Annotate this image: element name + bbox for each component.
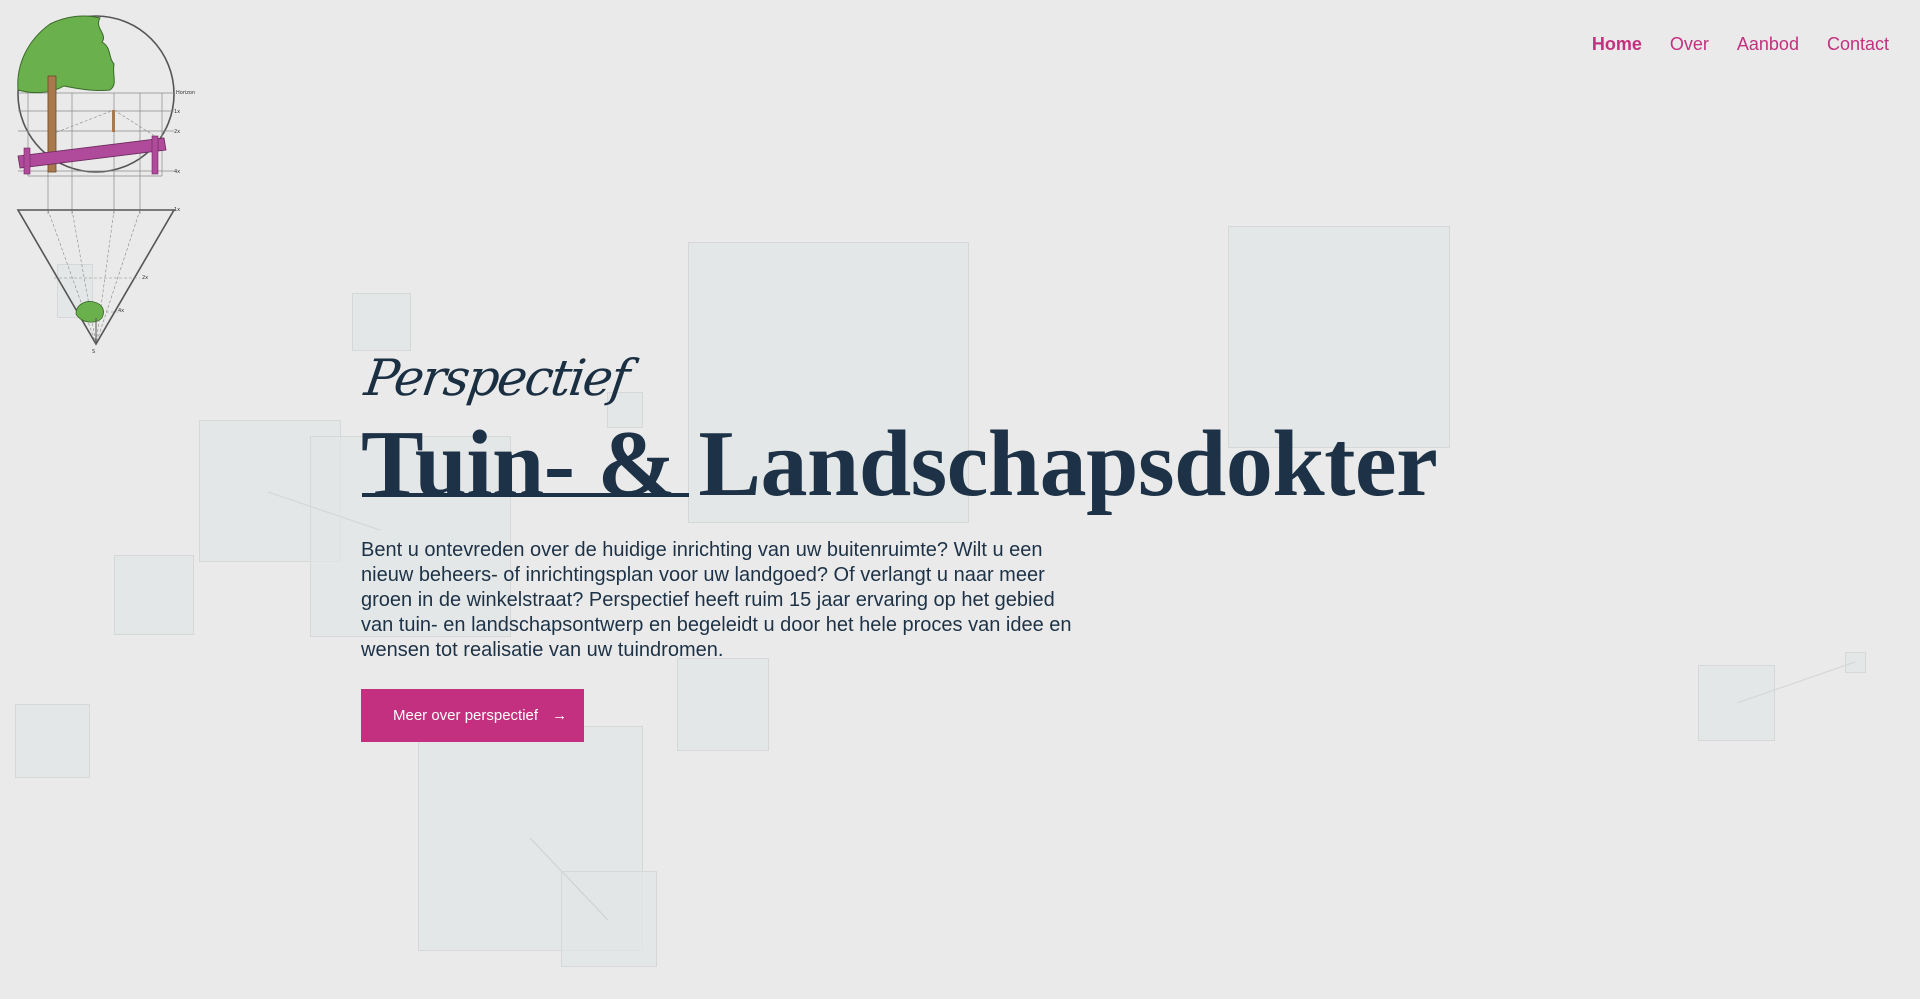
decor-square — [1698, 665, 1775, 741]
title-underline — [362, 493, 689, 497]
hero-eyebrow: Perspectief — [361, 349, 632, 407]
perspective-tree-logo-icon: Horizon 1x 2x 4x 1x 2x 4x S — [16, 15, 195, 355]
decor-square — [114, 555, 194, 635]
svg-text:2x: 2x — [174, 129, 180, 135]
decor-square — [1845, 652, 1866, 673]
arrow-right-icon: → — [552, 707, 568, 724]
more-about-button-label: Meer over perspectief — [393, 707, 539, 724]
more-about-button[interactable]: Meer over perspectief → — [361, 689, 584, 742]
nav-item-aanbod[interactable]: Aanbod — [1737, 34, 1799, 55]
hero-section: Perspectief Tuin- & Landschapsdokter Ben… — [361, 348, 1461, 742]
nav-item-over[interactable]: Over — [1670, 34, 1709, 55]
nav-item-home[interactable]: Home — [1592, 34, 1642, 55]
svg-text:4x: 4x — [118, 308, 124, 314]
main-nav: Home Over Aanbod Contact — [1592, 34, 1889, 55]
svg-text:Horizon: Horizon — [176, 90, 195, 96]
svg-text:2x: 2x — [142, 275, 148, 281]
svg-text:S: S — [92, 349, 95, 355]
hero-lead-text: Bent u ontevreden over de huidige inrich… — [361, 539, 1072, 661]
page: Horizon 1x 2x 4x 1x 2x 4x S Home Over Aa… — [0, 0, 1920, 999]
page-title: Tuin- & Landschapsdokter — [361, 412, 1438, 516]
decor-square — [352, 293, 411, 351]
nav-item-contact[interactable]: Contact — [1827, 34, 1889, 55]
decor-square — [561, 871, 657, 967]
svg-text:1x: 1x — [174, 207, 180, 213]
svg-text:1x: 1x — [174, 109, 180, 115]
decor-square — [15, 704, 90, 778]
svg-text:4x: 4x — [174, 169, 180, 175]
